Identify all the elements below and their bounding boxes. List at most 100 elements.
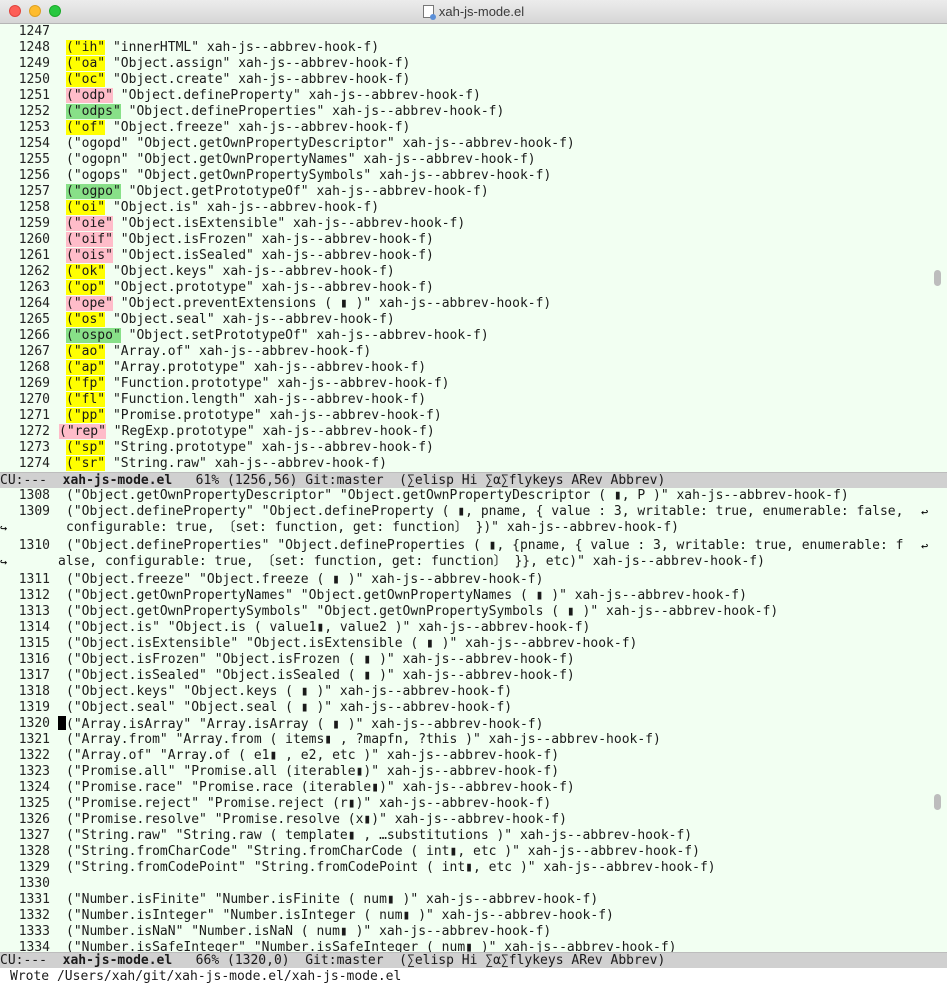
minibuffer-message: Wrote /Users/xah/git/xah-js-mode.el/xah-…: [10, 969, 402, 984]
code-line[interactable]: 1314 ("Object.is" "Object.is ( value1▮, v…: [0, 620, 930, 636]
line-number: 1262: [18, 264, 50, 279]
abbrev-key: ("ogpo": [66, 184, 121, 199]
code-line[interactable]: 1253 ("of" "Object.freeze" xah-js--abbrev…: [0, 120, 930, 136]
code-line[interactable]: 1308 ("Object.getOwnPropertyDescriptor" "…: [0, 488, 930, 504]
scrollbar-thumb-bottom[interactable]: [934, 794, 941, 810]
code-text: ("ospo" "Object.setPrototypeOf" xah-js--…: [66, 328, 489, 344]
mode-line-buffer-name[interactable]: xah-js-mode.el: [63, 473, 173, 488]
code-line[interactable]: 1260 ("oif" "Object.isFrozen" xah-js--abb…: [0, 232, 930, 248]
code-line[interactable]: 1323 ("Promise.all" "Promise.all (iterabl…: [0, 764, 930, 780]
code-line[interactable]: 1251 ("odp" "Object.defineProperty" xah-j…: [0, 88, 930, 104]
code-line[interactable]: 1329 ("String.fromCodePoint" "String.from…: [0, 860, 930, 876]
mode-line-buffer-name[interactable]: xah-js-mode.el: [63, 953, 173, 968]
code-content: configurable: true, 〔set: function, get:…: [66, 520, 679, 535]
code-line[interactable]: 1273 ("sp" "String.prototype" xah-js--abb…: [0, 440, 930, 456]
code-line[interactable]: 1249 ("oa" "Object.assign" xah-js--abbrev…: [0, 56, 930, 72]
code-line[interactable]: 1313 ("Object.getOwnPropertySymbols" "Obj…: [0, 604, 930, 620]
code-line[interactable]: 1248 ("ih" "innerHTML" xah-js--abbrev-hoo…: [0, 40, 930, 56]
code-line[interactable]: 1272 ("rep" "RegExp.prototype" xah-js--ab…: [0, 424, 930, 440]
mode-line-top[interactable]: CU:--- xah-js-mode.el 61% (1256,56) Git:…: [0, 472, 947, 488]
code-line[interactable]: 1256 ("ogops" "Object.getOwnPropertySymbo…: [0, 168, 930, 184]
code-line[interactable]: 1257 ("ogpo" "Object.getPrototypeOf" xah-…: [0, 184, 930, 200]
code-line[interactable]: 1271 ("pp" "Promise.prototype" xah-js--ab…: [0, 408, 930, 424]
code-line[interactable]: 1334 ("Number.isSafeInteger" "Number.isSa…: [0, 940, 930, 952]
abbrev-key: ("oie": [66, 216, 113, 231]
code-line[interactable]: 1264 ("ope" "Object.preventExtensions ( ▮…: [0, 296, 930, 312]
line-number: 1319: [18, 700, 50, 715]
abbrev-expansion: "Object.isFrozen" xah-js--abbrev-hook-f): [112, 232, 434, 247]
code-text: ("sr" "String.raw" xah-js--abbrev-hook-f…: [66, 456, 387, 472]
abbrev-expansion: "Function.length" xah-js--abbrev-hook-f): [105, 392, 427, 407]
abbrev-key: ("odp": [66, 88, 113, 103]
code-line[interactable]: 1317 ("Object.isSealed" "Object.isSealed …: [0, 668, 930, 684]
code-line[interactable]: 1326 ("Promise.resolve" "Promise.resolve …: [0, 812, 930, 828]
code-line[interactable]: 1310 ("Object.defineProperties" "Object.d…: [0, 538, 930, 554]
code-line[interactable]: 1324 ("Promise.race" "Promise.race (itera…: [0, 780, 930, 796]
scrollbar-thumb-top[interactable]: [934, 270, 941, 286]
code-line[interactable]: 1322 ("Array.of" "Array.of ( e1▮ , e2, et…: [0, 748, 930, 764]
code-text: ("rep" "RegExp.prototype" xah-js--abbrev…: [59, 424, 435, 440]
abbrev-expansion: "Object.keys" xah-js--abbrev-hook-f): [105, 264, 395, 279]
code-line[interactable]: 1332 ("Number.isInteger" "Number.isIntege…: [0, 908, 930, 924]
abbrev-key: ("rep": [59, 424, 106, 439]
code-line[interactable]: 1262 ("ok" "Object.keys" xah-js--abbrev-h…: [0, 264, 930, 280]
code-line[interactable]: 1312 ("Object.getOwnPropertyNames" "Objec…: [0, 588, 930, 604]
abbrev-expansion: "Object.preventExtensions ( ▮ )" xah-js-…: [112, 296, 552, 311]
code-line[interactable]: 1309 ("Object.defineProperty" "Object.def…: [0, 504, 930, 520]
code-line[interactable]: 1319 ("Object.seal" "Object.seal ( ▮ )" x…: [0, 700, 930, 716]
code-line[interactable]: 1250 ("oc" "Object.create" xah-js--abbrev…: [0, 72, 930, 88]
code-line[interactable]: 1255 ("ogopn" "Object.getOwnPropertyNames…: [0, 152, 930, 168]
code-line[interactable]: 1263 ("op" "Object.prototype" xah-js--abb…: [0, 280, 930, 296]
code-line[interactable]: 1331 ("Number.isFinite" "Number.isFinite …: [0, 892, 930, 908]
code-text: ("String.raw" "String.raw ( template▮ , …: [66, 828, 692, 844]
code-line[interactable]: 1316 ("Object.isFrozen" "Object.isFrozen …: [0, 652, 930, 668]
code-line[interactable]: 1320 ("Array.isArray" "Array.isArray ( ▮ …: [0, 716, 930, 732]
abbrev-expansion: "Object.isExtensible" xah-js--abbrev-hoo…: [112, 216, 466, 231]
code-line[interactable]: 1254 ("ogopd" "Object.getOwnPropertyDescr…: [0, 136, 930, 152]
code-line[interactable]: 1247: [0, 24, 930, 40]
editor-pane-top[interactable]: 1247 1248 ("ih" "innerHTML" xah-js--abbrev…: [0, 24, 947, 472]
code-line[interactable]: 1259 ("oie" "Object.isExtensible" xah-js-…: [0, 216, 930, 232]
abbrev-key: ("ois": [66, 248, 113, 263]
code-line[interactable]: 1315 ("Object.isExtensible" "Object.isExt…: [0, 636, 930, 652]
code-line[interactable]: 1252 ("odps" "Object.defineProperties" xa…: [0, 104, 930, 120]
code-text: ("Promise.resolve" "Promise.resolve (x▮)…: [66, 812, 567, 828]
code-text: ("odps" "Object.defineProperties" xah-js…: [66, 104, 504, 120]
code-line[interactable]: alse, configurable: true, 〔set: function…: [0, 554, 930, 570]
abbrev-key: ("oc": [66, 72, 106, 87]
window-title: xah-js-mode.el: [0, 4, 947, 20]
code-line[interactable]: 1270 ("fl" "Function.length" xah-js--abbr…: [0, 392, 930, 408]
code-line[interactable]: 1321 ("Array.from" "Array.from ( items▮ ,…: [0, 732, 930, 748]
abbrev-key: ("sr": [66, 456, 106, 471]
code-text: ("oie" "Object.isExtensible" xah-js--abb…: [66, 216, 465, 232]
code-line[interactable]: 1333 ("Number.isNaN" "Number.isNaN ( num▮…: [0, 924, 930, 940]
code-line[interactable]: 1328 ("String.fromCharCode" "String.fromC…: [0, 844, 930, 860]
minibuffer[interactable]: Wrote /Users/xah/git/xah-js-mode.el/xah-…: [0, 968, 947, 986]
code-text: ("Object.isExtensible" "Object.isExtensi…: [66, 636, 637, 652]
line-number: 1320: [18, 716, 50, 731]
code-line[interactable]: 1325 ("Promise.reject" "Promise.reject (r…: [0, 796, 930, 812]
code-line[interactable]: configurable: true, 〔set: function, get:…: [0, 520, 930, 536]
code-line[interactable]: 1327 ("String.raw" "String.raw ( template…: [0, 828, 930, 844]
code-line[interactable]: 1269 ("fp" "Function.prototype" xah-js--a…: [0, 376, 930, 392]
line-number: 1269: [18, 376, 50, 391]
code-line[interactable]: 1267 ("ao" "Array.of" xah-js--abbrev-hook…: [0, 344, 930, 360]
code-line[interactable]: 1266 ("ospo" "Object.setPrototypeOf" xah-…: [0, 328, 930, 344]
abbrev-expansion: "Object.create" xah-js--abbrev-hook-f): [105, 72, 411, 87]
code-line[interactable]: 1318 ("Object.keys" "Object.keys ( ▮ )" x…: [0, 684, 930, 700]
abbrev-key: ("fp": [66, 376, 106, 391]
code-line[interactable]: 1261 ("ois" "Object.isSealed" xah-js--abb…: [0, 248, 930, 264]
code-line[interactable]: 1330: [0, 876, 930, 892]
mode-line-bottom[interactable]: CU:--- xah-js-mode.el 66% (1320,0) Git:m…: [0, 952, 947, 968]
code-content: ("Number.isSafeInteger" "Number.isSafeIn…: [66, 940, 677, 952]
code-line[interactable]: 1311 ("Object.freeze" "Object.freeze ( ▮ …: [0, 572, 930, 588]
abbrev-expansion: "Object.getPrototypeOf" xah-js--abbrev-h…: [120, 184, 489, 199]
abbrev-expansion: "Object.setPrototypeOf" xah-js--abbrev-h…: [120, 328, 489, 343]
code-text: ("ok" "Object.keys" xah-js--abbrev-hook-…: [66, 264, 395, 280]
code-line[interactable]: 1268 ("ap" "Array.prototype" xah-js--abbr…: [0, 360, 930, 376]
code-line[interactable]: 1274 ("sr" "String.raw" xah-js--abbrev-ho…: [0, 456, 930, 472]
abbrev-key: ("ope": [66, 296, 113, 311]
code-line[interactable]: 1265 ("os" "Object.seal" xah-js--abbrev-h…: [0, 312, 930, 328]
editor-pane-bottom[interactable]: 1308 ("Object.getOwnPropertyDescriptor" "…: [0, 488, 947, 952]
code-line[interactable]: 1258 ("oi" "Object.is" xah-js--abbrev-hoo…: [0, 200, 930, 216]
